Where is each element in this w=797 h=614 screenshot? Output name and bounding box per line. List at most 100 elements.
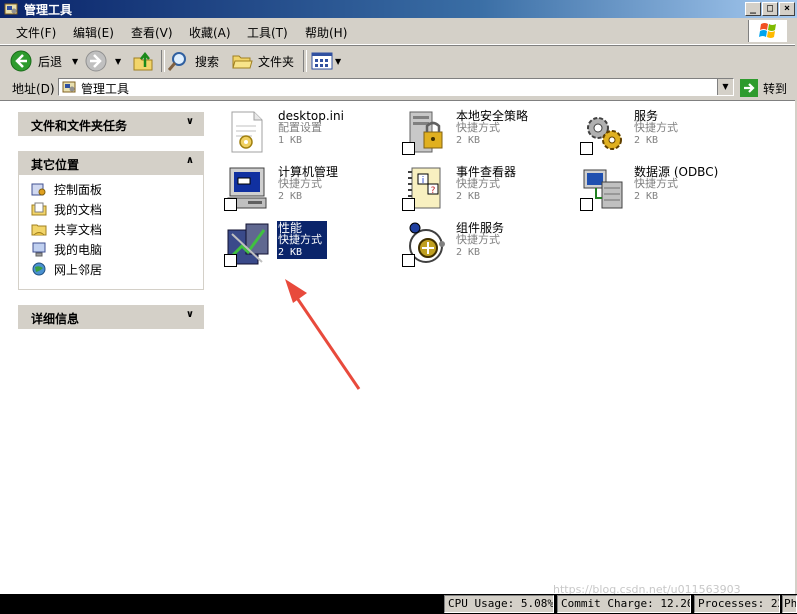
file-item-component-services[interactable]: 组件服务 快捷方式 2 KB <box>396 218 566 272</box>
expand-chevron-icon[interactable]: ∨ <box>186 309 194 320</box>
file-folder-tasks-title: 文件和文件夹任务 <box>31 119 128 133</box>
toolbar: 后退 ▼ ▼ 搜索 文件夹 ▼ <box>0 45 795 77</box>
process-count: Processes: 22 <box>694 595 780 613</box>
folders-button[interactable]: 文件夹 <box>231 50 294 72</box>
file-item-computer-management[interactable]: 计算机管理 快捷方式 2 KB <box>218 162 388 216</box>
address-value: 管理工具 <box>81 82 130 96</box>
forward-button[interactable]: ▼ <box>85 50 121 72</box>
details-header[interactable]: 详细信息 ∨ <box>18 305 204 329</box>
title-bar[interactable]: 管理工具 _ □ × <box>0 0 797 18</box>
up-folder-icon <box>133 51 153 71</box>
item-size: 2 KB <box>634 191 659 202</box>
menu-favorites[interactable]: 收藏(A) <box>189 24 231 41</box>
go-label: 转到 <box>763 81 788 96</box>
network-places-icon <box>32 262 46 276</box>
item-size: 2 KB <box>634 135 659 146</box>
search-button[interactable]: 搜索 <box>167 50 219 72</box>
back-button[interactable]: 后退 ▼ <box>10 50 78 72</box>
file-item-services[interactable]: 服务 快捷方式 2 KB <box>574 106 744 160</box>
status-extra: Ph <box>782 595 797 613</box>
address-label: 地址(D) <box>12 82 55 96</box>
forward-dropdown-icon[interactable]: ▼ <box>115 57 121 66</box>
views-icon <box>311 52 333 70</box>
windows-flag-icon <box>759 23 776 38</box>
file-item-local-security-policy[interactable]: 本地安全策略 快捷方式 2 KB <box>396 106 566 160</box>
menu-tools[interactable]: 工具(T) <box>247 24 288 41</box>
menu-bar: 文件(F) 编辑(E) 查看(V) 收藏(A) 工具(T) 帮助(H) <box>0 18 795 45</box>
place-label: 我的电脑 <box>54 242 103 257</box>
file-item-performance[interactable]: 性能 快捷方式 2 KB <box>218 218 388 272</box>
item-type: 快捷方式 <box>456 233 500 246</box>
menu-view[interactable]: 查看(V) <box>131 24 173 41</box>
item-type: 快捷方式 <box>634 177 678 190</box>
place-label: 共享文档 <box>54 222 103 237</box>
shared-documents-icon <box>31 224 47 236</box>
shortcut-arrow-icon <box>402 142 415 155</box>
item-size: 2 KB <box>278 191 303 202</box>
shortcut-arrow-icon <box>224 254 237 267</box>
item-size: 2 KB <box>456 191 481 202</box>
place-shared-documents[interactable]: 共享文档 <box>31 220 102 238</box>
my-documents-icon <box>31 202 47 216</box>
item-size: 2 KB <box>456 135 481 146</box>
place-label: 控制面板 <box>54 182 103 197</box>
place-my-computer[interactable]: 我的电脑 <box>31 240 102 258</box>
folders-icon <box>232 55 253 69</box>
views-dropdown-icon: ▼ <box>335 56 342 66</box>
control-panel-icon <box>31 183 46 196</box>
back-dropdown-icon[interactable]: ▼ <box>72 57 78 66</box>
place-network[interactable]: 网上邻居 <box>31 260 102 278</box>
svg-text:?: ? <box>431 186 436 196</box>
commit-charge: Commit Charge: 12.20% <box>557 595 691 613</box>
details-title: 详细信息 <box>31 312 80 326</box>
collapse-chevron-icon[interactable]: ∧ <box>186 155 194 166</box>
address-dropdown-icon[interactable]: ▼ <box>717 79 733 95</box>
up-folder-button[interactable] <box>132 50 154 72</box>
address-input[interactable]: 管理工具 ▼ <box>58 78 734 96</box>
menu-help[interactable]: 帮助(H) <box>305 24 347 41</box>
minimize-button[interactable]: _ <box>745 2 761 16</box>
place-control-panel[interactable]: 控制面板 <box>31 180 102 198</box>
file-item-desktop-ini[interactable]: desktop.ini 配置设置 1 KB <box>218 106 388 160</box>
file-folder-tasks-header[interactable]: 文件和文件夹任务 ∨ <box>18 112 204 136</box>
other-places-title: 其它位置 <box>31 158 80 172</box>
item-type: 快捷方式 <box>278 233 322 246</box>
config-settings-icon <box>231 111 263 153</box>
item-size: 2 KB <box>278 247 303 258</box>
place-my-documents[interactable]: 我的文档 <box>31 200 102 218</box>
place-label: 我的文档 <box>54 202 103 217</box>
close-button[interactable]: × <box>779 2 795 16</box>
menu-file[interactable]: 文件(F) <box>16 24 56 41</box>
item-type: 配置设置 <box>278 121 322 134</box>
file-item-event-viewer[interactable]: i ? 事件查看器 快捷方式 2 KB <box>396 162 566 216</box>
toolbar-separator <box>303 50 307 72</box>
annotation-arrow-icon <box>285 279 361 390</box>
folders-label: 文件夹 <box>258 54 295 69</box>
file-view: desktop.ini 配置设置 1 KB 本地安全策略 快捷方式 2 KB 服… <box>213 101 795 594</box>
place-label: 网上邻居 <box>54 262 103 277</box>
admin-tools-icon <box>62 81 76 93</box>
item-size: 1 KB <box>278 135 303 146</box>
windows-logo <box>748 20 787 42</box>
other-places-list: 控制面板 我的文档 共享文档 我的电脑 网上邻居 <box>18 175 204 290</box>
explorer-window: 管理工具 _ □ × 文件(F) 编辑(E) 查看(V) 收藏(A) 工具(T)… <box>0 0 797 594</box>
toolbar-separator <box>161 50 165 72</box>
go-arrow-icon <box>740 79 758 97</box>
shortcut-arrow-icon <box>402 198 415 211</box>
search-icon <box>167 52 186 71</box>
back-label: 后退 <box>38 54 63 69</box>
views-button[interactable]: ▼ <box>311 50 341 72</box>
item-type: 快捷方式 <box>456 121 500 134</box>
other-places-header[interactable]: 其它位置 ∧ <box>18 151 204 175</box>
svg-text:i: i <box>422 176 425 186</box>
menu-edit[interactable]: 编辑(E) <box>73 24 114 41</box>
go-button[interactable]: 转到 <box>740 78 787 98</box>
shortcut-arrow-icon <box>580 198 593 211</box>
file-item-odbc[interactable]: 数据源 (ODBC) 快捷方式 2 KB <box>574 162 744 216</box>
maximize-button[interactable]: □ <box>762 2 778 16</box>
expand-chevron-icon[interactable]: ∨ <box>186 116 194 127</box>
my-computer-icon <box>32 242 46 257</box>
item-size: 2 KB <box>456 247 481 258</box>
search-label: 搜索 <box>195 54 220 69</box>
cpu-usage: CPU Usage: 5.08% <box>444 595 554 613</box>
